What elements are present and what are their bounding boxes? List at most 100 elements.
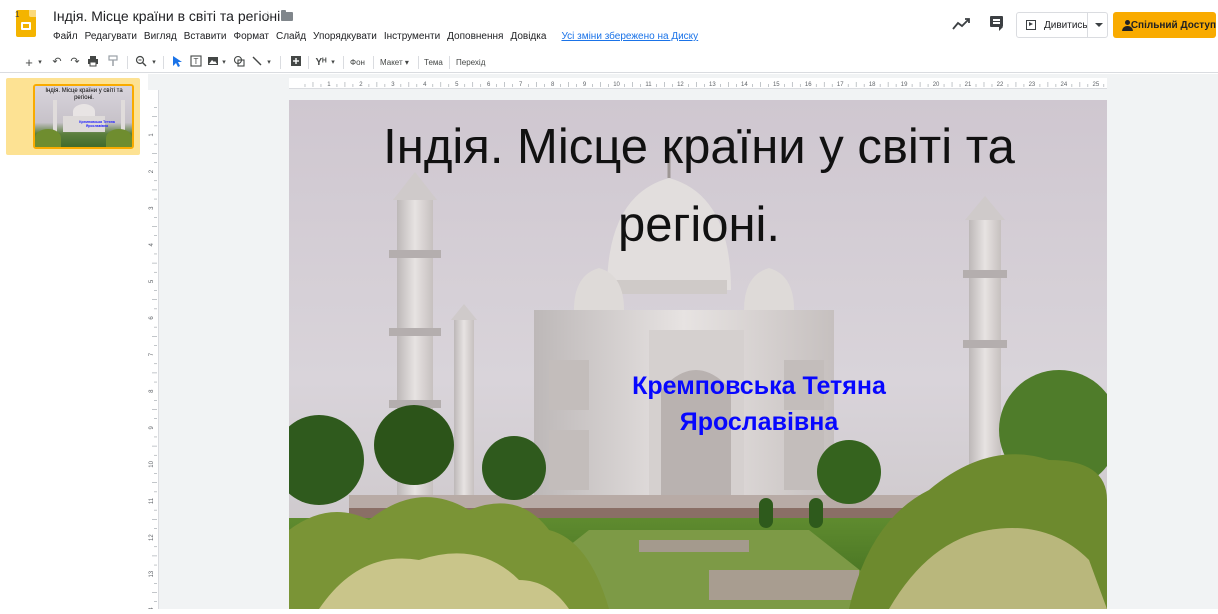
new-slide-dropdown-icon[interactable]: ▾ [36,55,44,70]
ruler-number: 2 [149,169,155,173]
ruler-number: 1 [327,82,331,88]
star-icon[interactable]: ☆ [262,8,274,24]
slide-thumbnail-number: 1 [15,10,20,19]
menu-slide[interactable]: Слайд [276,29,310,45]
thumbnail-author: Кремповська Тетяна Ярославівна [79,120,115,128]
ruler-number: 19 [901,82,908,88]
document-title[interactable]: Індія. Місце країни в світі та регіоні. [53,8,284,24]
share-label: Спільний Доступ [1130,19,1216,31]
theme-button[interactable]: Тема [424,55,443,70]
share-button[interactable]: Спільний Доступ [1113,12,1216,38]
folder-icon[interactable] [281,10,293,21]
ruler-number: 14 [741,82,748,88]
thumbnail-bush [106,129,132,147]
menu-bar: Файл Редагувати Вигляд Вставити Формат С… [53,29,698,45]
present-label: Дивитись [1044,19,1088,31]
comments-icon[interactable] [988,10,1006,38]
menu-arrange[interactable]: Упорядкувати [313,29,381,45]
ruler-number: 21 [965,82,972,88]
ruler-number: 7 [519,82,523,88]
ruler-number: 4 [423,82,427,88]
input-tools-icon[interactable]: Yᴴ [314,55,328,70]
ruler-number: 10 [149,460,155,467]
menu-edit[interactable]: Редагувати [85,29,141,45]
background-button[interactable]: Фон [350,55,365,70]
ruler-number: 15 [773,82,780,88]
toolbar-divider [163,56,164,69]
ruler-number: 1 [149,133,155,137]
vertical-ruler[interactable]: 1234567891011121314 [148,90,159,614]
add-comment-icon[interactable] [289,55,303,70]
present-button[interactable]: Дивитись [1016,12,1108,38]
zoom-icon[interactable] [134,55,148,70]
menu-file[interactable]: Файл [53,29,82,45]
ruler-number: 3 [149,206,155,210]
layout-button[interactable]: Макет ▾ [380,55,409,70]
ruler-number: 18 [869,82,876,88]
new-slide-plus-icon[interactable]: + [24,55,34,70]
slide-canvas[interactable]: Індія. Місце країни у світі та регіоні. … [289,100,1107,609]
ruler-number: 16 [805,82,812,88]
ruler-number: 12 [677,82,684,88]
horizontal-ruler-ticks: 1 2 3 4 5 6 7 8 9 10 11 12 13 14 15 16 17 18 19 20 21 22 23 24 2… [304,82,1105,88]
toolbar-divider [280,56,281,69]
zoom-dropdown-icon[interactable]: ▾ [150,55,158,70]
ruler-number: 22 [997,82,1004,88]
ruler-number: 13 [149,570,155,577]
text-box-icon[interactable]: T [189,55,203,70]
ruler-number: 6 [149,316,155,320]
select-cursor-icon[interactable] [170,55,184,70]
ruler-number: 8 [149,389,155,393]
toolbar-divider [373,56,374,69]
line-icon[interactable] [250,55,264,70]
vertical-ruler-ticks: 1234567891011121314 [149,107,157,614]
menu-view[interactable]: Вигляд [144,29,181,45]
ruler-number: 9 [583,82,587,88]
slide-title[interactable]: Індія. Місце країни у світі та регіоні. [339,108,1059,264]
toolbar-divider [418,56,419,69]
menu-help[interactable]: Довідка [510,29,550,45]
ruler-number: 11 [149,497,155,504]
toolbar-divider [127,56,128,69]
ruler-number: 10 [613,82,620,88]
menu-format[interactable]: Формат [233,29,273,45]
ruler-number: 2 [359,82,363,88]
ruler-number: 4 [149,242,155,246]
shape-icon[interactable] [232,55,246,70]
horizontal-ruler[interactable]: 1 2 3 4 5 6 7 8 9 10 11 12 13 14 15 16 17 18 19 20 21 22 23 24 2… [289,78,1107,89]
menu-addons[interactable]: Доповнення [447,29,507,45]
ruler-number: 24 [1061,82,1068,88]
menu-tools[interactable]: Інструменти [384,29,444,45]
thumbnail-minaret [121,100,125,132]
slide-thumbnail[interactable]: Індія. Місце країни у світі та регіоні. … [33,84,134,149]
print-icon[interactable] [86,55,100,70]
image-dropdown-icon[interactable]: ▾ [220,55,228,70]
line-dropdown-icon[interactable]: ▾ [265,55,273,70]
redo-icon[interactable]: ↷ [68,55,82,70]
transition-button[interactable]: Перехід [456,55,485,70]
ruler-number: 13 [709,82,716,88]
present-divider [1087,13,1088,37]
slide-author[interactable]: Кремповська Тетяна Ярославівна [594,368,924,440]
slide-filmstrip [0,74,148,609]
thumbnail-minaret [53,100,57,132]
activity-trend-icon[interactable] [950,10,972,38]
paint-format-icon[interactable] [106,55,120,70]
present-dropdown-icon[interactable] [1095,23,1103,27]
ruler-number: 7 [149,352,155,356]
ruler-number: 5 [149,279,155,283]
ruler-number: 3 [391,82,395,88]
person-icon [1122,19,1133,31]
ruler-number: 20 [933,82,940,88]
undo-icon[interactable]: ↶ [50,55,64,70]
ruler-number: 17 [837,82,844,88]
toolbar-divider [308,56,309,69]
toolbar-divider [343,56,344,69]
input-tools-dropdown-icon[interactable]: ▾ [329,55,337,70]
present-icon [1026,20,1036,30]
ruler-number: 8 [551,82,555,88]
menu-insert[interactable]: Вставити [184,29,231,45]
ruler-number: 9 [149,425,155,429]
save-status-link[interactable]: Усі зміни збережено на Диску [561,29,698,45]
image-icon[interactable] [206,55,220,70]
